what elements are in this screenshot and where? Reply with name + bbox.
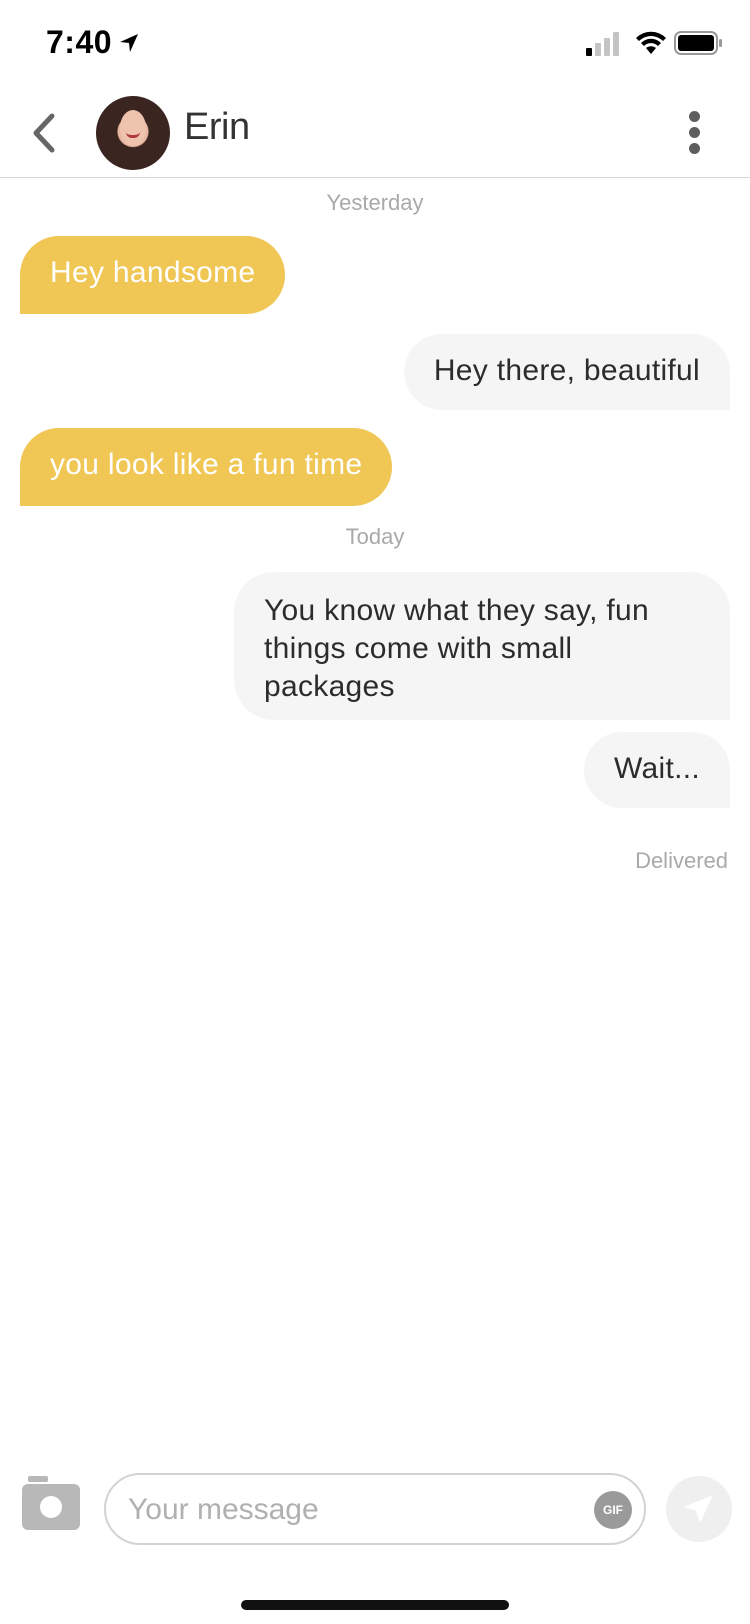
- chat-screen: 7:40 Erin Yesterday Hey handsome Hey the…: [0, 0, 750, 1624]
- contact-avatar[interactable]: [96, 96, 170, 170]
- contact-name[interactable]: Erin: [184, 106, 250, 149]
- location-arrow-icon: [120, 34, 138, 52]
- wifi-icon: [636, 31, 666, 54]
- signal-icon: [586, 32, 619, 56]
- status-time: 7:40: [46, 24, 113, 60]
- battery-icon: [674, 31, 722, 55]
- message-input-container[interactable]: GIF: [104, 1473, 646, 1545]
- send-icon: [684, 1495, 713, 1523]
- message-bubble-outgoing[interactable]: Hey there, beautiful: [403, 334, 730, 410]
- date-separator-yesterday: Yesterday: [326, 190, 424, 215]
- message-bubble-outgoing[interactable]: You know what they say, fun things come …: [234, 572, 730, 720]
- chat-header: Erin: [0, 88, 750, 178]
- avatar-face: [120, 110, 146, 146]
- message-input[interactable]: [128, 1489, 558, 1531]
- home-indicator: [241, 1600, 509, 1610]
- more-options-icon[interactable]: [686, 108, 702, 158]
- send-button[interactable]: [666, 1476, 732, 1542]
- message-bubble-incoming[interactable]: Hey handsome: [20, 236, 286, 314]
- message-bubble-outgoing[interactable]: Wait...: [584, 732, 730, 808]
- delivery-status: Delivered: [635, 848, 728, 873]
- status-bar: 7:40: [0, 0, 750, 88]
- camera-icon[interactable]: [22, 1476, 80, 1530]
- date-separator-today: Today: [345, 524, 405, 549]
- back-chevron-icon[interactable]: [26, 110, 62, 156]
- message-bubble-incoming[interactable]: you look like a fun time: [20, 428, 393, 506]
- gif-button[interactable]: GIF: [594, 1491, 632, 1529]
